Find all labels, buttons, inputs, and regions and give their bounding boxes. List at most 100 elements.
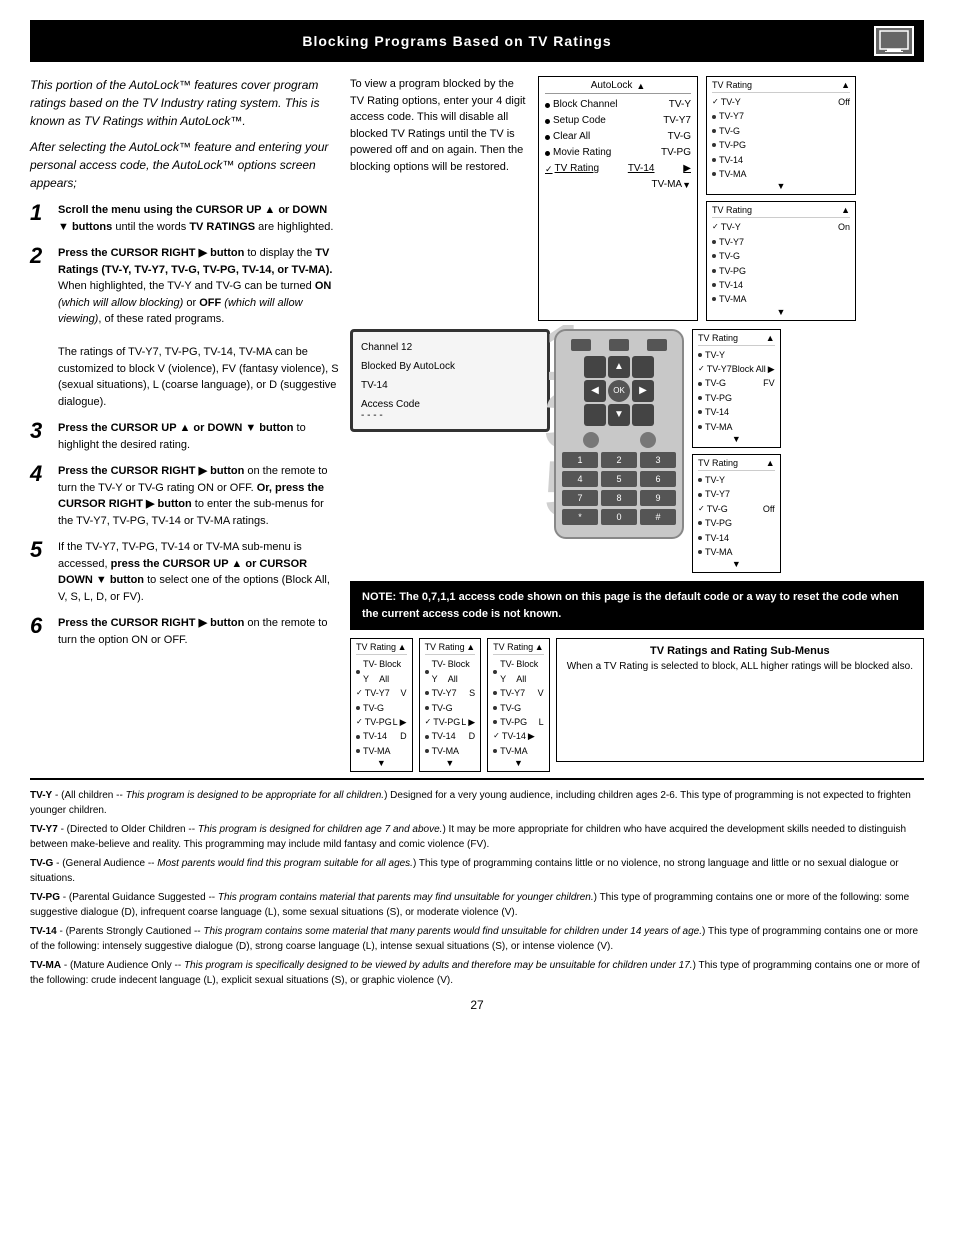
bottom-rating-menus: TV Rating▲ TV-YBlock All TV-Y7V TV-G TV-…: [350, 638, 924, 772]
side-panel-4-title: TV Rating▲: [698, 458, 775, 471]
num-8[interactable]: 8: [601, 490, 637, 506]
tv-screen: Channel 12 Blocked By AutoLock TV-14 Acc…: [350, 329, 550, 432]
remote-dpad: ▲ ◀ OK ▶ ▼: [584, 356, 654, 426]
tv-screen-area: Channel 12 Blocked By AutoLock TV-14 Acc…: [350, 329, 550, 574]
intro-text-1: This portion of the AutoLock™ features c…: [30, 78, 319, 128]
step-3-text: Press the CURSOR UP ▲ or DOWN ▼ button t…: [58, 420, 340, 453]
side-panel-1-title: TV Rating▲: [712, 80, 850, 93]
step-4-text: Press the CURSOR RIGHT ▶ button on the r…: [58, 463, 340, 529]
sp4-tvy: TV-Y: [698, 473, 775, 487]
footnote-tvy7: TV-Y7 - (Directed to Older Children -- T…: [30, 822, 924, 852]
num-3[interactable]: 3: [640, 452, 676, 468]
remote-btn-m2[interactable]: [640, 432, 656, 448]
footnote-tvma: TV-MA - (Mature Audience Only -- This pr…: [30, 958, 924, 988]
bm3-tvg: TV-G: [493, 701, 544, 715]
bottom-menu-1-title: TV Rating▲: [356, 642, 407, 655]
footnotes-section: TV-Y - (All children -- This program is …: [30, 778, 924, 988]
remote-btn-top-1: [571, 339, 591, 351]
sp2-tvpg: TV-PG: [712, 264, 850, 278]
step-2: 2 Press the CURSOR RIGHT ▶ button to dis…: [30, 245, 340, 410]
sp3-tv14: TV-14: [698, 405, 775, 419]
note-box: NOTE: The 0,7,1,1 access code shown on t…: [350, 581, 924, 630]
bm1-tvma: TV-MA: [356, 744, 407, 758]
num-2[interactable]: 2: [601, 452, 637, 468]
intro-italic-1: This portion of the AutoLock™ features c…: [30, 76, 340, 130]
num-hash[interactable]: #: [640, 509, 676, 525]
bm2-tvy7: TV-Y7S: [425, 686, 476, 700]
sp1-tvy7: TV-Y7: [712, 109, 850, 123]
bm1-tvg: TV-G: [356, 701, 407, 715]
dpad-up[interactable]: ▲: [608, 356, 630, 378]
description-box: To view a program blocked by the TV Rati…: [350, 76, 530, 321]
sp1-tvg: TV-G: [712, 124, 850, 138]
autolock-item-tv-rating: ✓TV RatingTV-14▶: [545, 161, 691, 177]
num-0[interactable]: 0: [601, 509, 637, 525]
middle-section: Channel 12 Blocked By AutoLock TV-14 Acc…: [350, 329, 924, 574]
bm2-tvy: TV-YBlock All: [425, 657, 476, 686]
dpad-empty-br: [632, 404, 654, 426]
dpad-right[interactable]: ▶: [632, 380, 654, 402]
num-1[interactable]: 1: [562, 452, 598, 468]
dpad-down[interactable]: ▼: [608, 404, 630, 426]
step-3: 3 Press the CURSOR UP ▲ or DOWN ▼ button…: [30, 420, 340, 453]
step-1-text: Scroll the menu using the CURSOR UP ▲ or…: [58, 202, 340, 235]
sp4-tvma: TV-MA: [698, 545, 775, 559]
tv-access-code-label: Access Code - - - -: [361, 399, 539, 421]
step-5: 5 If the TV-Y7, TV-PG, TV-14 or TV-MA su…: [30, 539, 340, 605]
sp2-tvma: TV-MA: [712, 292, 850, 306]
autolock-item-setup-code: Setup CodeTV-Y7: [545, 113, 691, 129]
bottom-menu-3: TV Rating▲ TV-YBlock All TV-Y7V TV-G TV-…: [487, 638, 550, 772]
num-star[interactable]: *: [562, 509, 598, 525]
intro-block: This portion of the AutoLock™ features c…: [30, 76, 340, 192]
intro-text-2: After selecting the AutoLock™ feature an…: [30, 140, 328, 190]
remote-control: ▲ ◀ OK ▶ ▼: [554, 329, 684, 539]
step-1-number: 1: [30, 202, 50, 224]
access-label: Access Code: [361, 399, 420, 410]
sp3-tvy: TV-Y: [698, 348, 775, 362]
side-panels-top: TV Rating▲ ✓TV-YOff TV-Y7 TV-G TV-PG TV-…: [706, 76, 856, 321]
remote-btn-top-2: [609, 339, 629, 351]
dpad-center[interactable]: OK: [608, 380, 630, 402]
bm1-tvpg: TV-PGL▶: [356, 715, 407, 729]
dpad-empty-tr: [632, 356, 654, 378]
sp4-tvg: ✓TV-GOff: [698, 502, 775, 516]
sp1-tv14: TV-14: [712, 153, 850, 167]
tv-icon: [874, 26, 914, 56]
step-6-number: 6: [30, 615, 50, 637]
sp2-tvg: TV-G: [712, 249, 850, 263]
num-4[interactable]: 4: [562, 471, 598, 487]
sp2-tv14: TV-14: [712, 278, 850, 292]
step-2-text: Press the CURSOR RIGHT ▶ button to displ…: [58, 245, 340, 410]
num-6[interactable]: 6: [640, 471, 676, 487]
step-6-text: Press the CURSOR RIGHT ▶ button on the r…: [58, 615, 340, 648]
num-9[interactable]: 9: [640, 490, 676, 506]
dpad-empty-tl: [584, 356, 606, 378]
dpad-empty-bl: [584, 404, 606, 426]
num-7[interactable]: 7: [562, 490, 598, 506]
remote-big-numbers-area: 135 3 5: [554, 329, 684, 574]
sp2-tvy: ✓TV-YOn: [712, 220, 850, 234]
page-title-bar: Blocking Programs Based on TV Ratings: [30, 20, 924, 62]
side-panel-3: TV Rating▲ TV-Y ✓TV-Y7Block All▶ TV-GFV …: [692, 329, 781, 448]
side-panel-3-title: TV Rating▲: [698, 333, 775, 346]
main-content: This portion of the AutoLock™ features c…: [30, 76, 924, 778]
sp3-tvg: TV-GFV: [698, 376, 775, 390]
note-text: NOTE: The 0,7,1,1 access code shown on t…: [362, 591, 899, 620]
dpad-left[interactable]: ◀: [584, 380, 606, 402]
autolock-menu: AutoLock ▲ Block ChannelTV-Y Setup CodeT…: [538, 76, 698, 321]
caption-box: TV Ratings and Rating Sub-Menus When a T…: [556, 638, 924, 762]
sp3-tvpg: TV-PG: [698, 391, 775, 405]
autolock-menu-title: AutoLock ▲: [545, 80, 691, 94]
remote-middle-buttons: [562, 432, 676, 448]
step-1: 1 Scroll the menu using the CURSOR UP ▲ …: [30, 202, 340, 235]
bm2-tvg: TV-G: [425, 701, 476, 715]
bm1-tv14: TV-14D: [356, 729, 407, 743]
autolock-item-clear-all: Clear AllTV-G: [545, 129, 691, 145]
page-title: Blocking Programs Based on TV Ratings: [40, 33, 874, 49]
remote-btn-m1[interactable]: [583, 432, 599, 448]
sp2-tvy7: TV-Y7: [712, 235, 850, 249]
bm3-tv14: TV-14▶: [493, 729, 544, 743]
side-panel-2-title: TV Rating▲: [712, 205, 850, 218]
num-5[interactable]: 5: [601, 471, 637, 487]
step-4: 4 Press the CURSOR RIGHT ▶ button on the…: [30, 463, 340, 529]
